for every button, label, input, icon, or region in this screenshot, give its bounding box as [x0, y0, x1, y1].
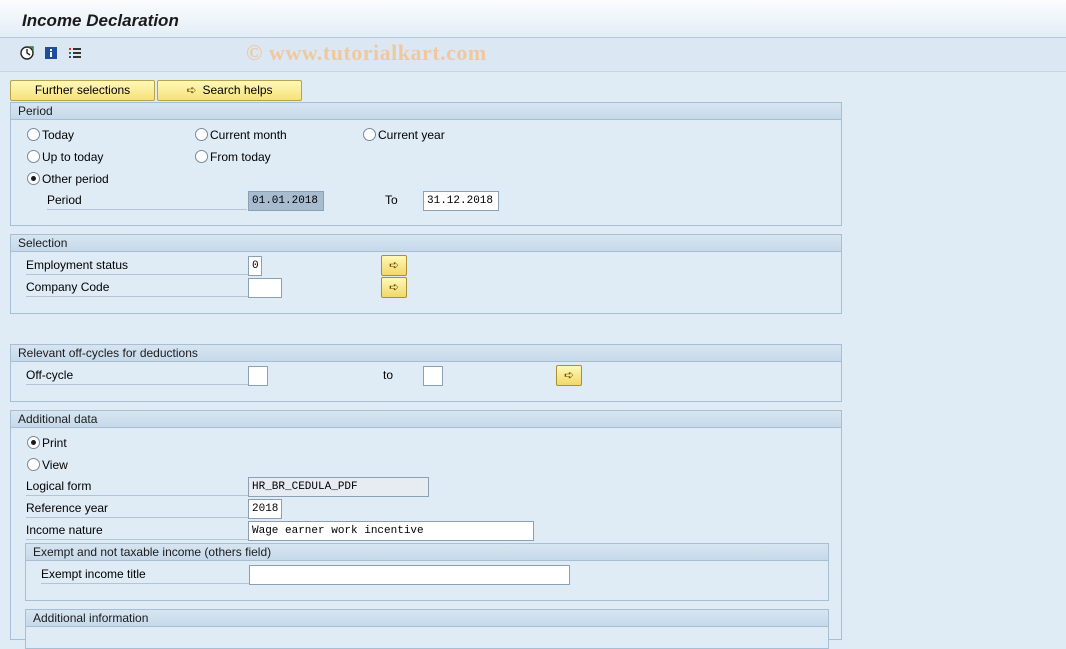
execute-icon[interactable]: [19, 46, 35, 62]
income-nature-label: Income nature: [26, 522, 248, 540]
page-title: Income Declaration: [22, 11, 179, 30]
radio-print-label: Print: [42, 436, 67, 450]
period-to-label: To: [385, 193, 398, 207]
additional-data-header: Additional data: [11, 411, 841, 428]
watermark: © www.tutorialkart.com: [246, 40, 487, 65]
radio-today[interactable]: [27, 128, 40, 141]
reference-year-field[interactable]: 2018: [248, 499, 282, 519]
income-nature-field[interactable]: Wage earner work incentive: [248, 521, 534, 541]
employment-status-field[interactable]: 0: [248, 256, 262, 276]
selection-group: Selection Employment status 0 ➪ Company …: [10, 234, 842, 314]
logical-form-field[interactable]: HR_BR_CEDULA_PDF: [248, 477, 429, 497]
offcycles-header: Relevant off-cycles for deductions: [11, 345, 841, 362]
additional-information-group: Additional information: [25, 609, 829, 649]
search-helps-button[interactable]: ➪ Search helps: [157, 80, 302, 101]
additional-data-group: Additional data Print View Logical form …: [10, 410, 842, 649]
radio-other-period-label: Other period: [42, 172, 109, 186]
title-bar: Income Declaration: [0, 0, 1066, 38]
company-code-label: Company Code: [26, 279, 248, 297]
variant-list-icon[interactable]: [67, 46, 83, 62]
radio-print[interactable]: [27, 436, 40, 449]
radio-up-to-today[interactable]: [27, 150, 40, 163]
info-icon[interactable]: [43, 46, 59, 62]
radio-other-period[interactable]: [27, 172, 40, 185]
search-helps-label: Search helps: [202, 83, 273, 97]
reference-year-label: Reference year: [26, 500, 248, 518]
additional-information-header: Additional information: [26, 610, 828, 627]
offcycle-to-field[interactable]: [423, 366, 443, 386]
radio-up-to-today-label: Up to today: [42, 150, 104, 164]
radio-from-today-label: From today: [210, 150, 271, 164]
employment-status-label: Employment status: [26, 257, 248, 275]
exempt-income-title-field[interactable]: [249, 565, 570, 585]
radio-current-month-label: Current month: [210, 128, 287, 142]
period-from-field[interactable]: 01.01.2018: [248, 191, 324, 211]
period-header: Period: [11, 103, 841, 120]
further-selections-label: Further selections: [34, 83, 131, 97]
radio-today-label: Today: [42, 128, 75, 142]
offcycle-from-field[interactable]: [248, 366, 268, 386]
exempt-income-title-label: Exempt income title: [41, 566, 249, 584]
radio-current-month[interactable]: [195, 128, 208, 141]
radio-view-label: View: [42, 458, 68, 472]
arrow-right-icon: ➪: [388, 280, 400, 294]
selection-header: Selection: [11, 235, 841, 252]
arrow-right-icon: ➪: [388, 258, 400, 272]
logical-form-label: Logical form: [26, 478, 248, 496]
offcycle-label: Off-cycle: [26, 367, 248, 385]
offcycle-multiple-button[interactable]: ➪: [556, 365, 582, 386]
period-to-field[interactable]: 31.12.2018: [423, 191, 499, 211]
period-group: Period Today Current month Current year …: [10, 102, 842, 226]
application-toolbar: © www.tutorialkart.com: [0, 38, 1066, 72]
exempt-income-header: Exempt and not taxable income (others fi…: [26, 544, 828, 561]
company-code-field[interactable]: [248, 278, 282, 298]
radio-current-year[interactable]: [363, 128, 376, 141]
company-code-multiple-button[interactable]: ➪: [381, 277, 407, 298]
further-selections-button[interactable]: Further selections: [10, 80, 155, 101]
arrow-right-icon: ➪: [186, 83, 197, 97]
offcycles-group: Relevant off-cycles for deductions Off-c…: [10, 344, 842, 402]
employment-status-multiple-button[interactable]: ➪: [381, 255, 407, 276]
arrow-right-icon: ➪: [563, 368, 575, 382]
exempt-income-group: Exempt and not taxable income (others fi…: [25, 543, 829, 601]
radio-view[interactable]: [27, 458, 40, 471]
period-label: Period: [47, 192, 247, 210]
offcycle-to-label: to: [383, 368, 394, 382]
radio-from-today[interactable]: [195, 150, 208, 163]
radio-current-year-label: Current year: [378, 128, 445, 142]
